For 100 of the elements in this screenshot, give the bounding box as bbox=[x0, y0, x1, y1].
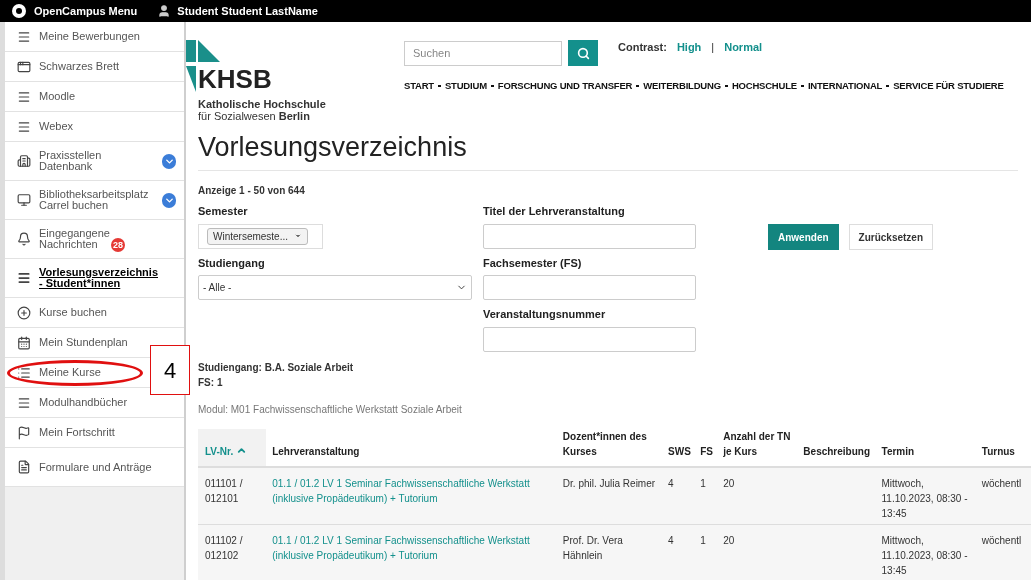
table-cell: Dr. phil. Julia Reimer bbox=[556, 466, 663, 525]
table-cell: wöchentl bbox=[975, 466, 1031, 525]
field-label: Veranstaltungsnummer bbox=[483, 307, 607, 322]
sidebar-item-label: Meine Bewerbungen bbox=[39, 31, 141, 42]
sidebar-item-label: Vorlesungsverzeichnis - Student*innen bbox=[39, 267, 159, 289]
sidebar-item[interactable]: Schwarzes Brett bbox=[5, 52, 184, 82]
search-icon bbox=[576, 46, 590, 60]
reset-button[interactable]: Zurücksetzen bbox=[848, 224, 934, 250]
sidebar-item-label: Moodle bbox=[39, 91, 77, 102]
sidebar-item-label: Modulhandbücher bbox=[39, 397, 129, 408]
table-cell: Prof. Dr. Vera Hähnlein bbox=[556, 524, 663, 580]
search-button[interactable] bbox=[568, 40, 598, 66]
table-cell: wöchentl bbox=[975, 524, 1031, 580]
bell-icon bbox=[17, 232, 31, 246]
column-header[interactable]: Lehrveranstaltung bbox=[266, 428, 557, 467]
list-icon bbox=[17, 365, 31, 380]
sidebar-item[interactable]: Modulhandbücher bbox=[5, 388, 184, 418]
table-cell: 011101 / 012101 bbox=[198, 466, 267, 525]
summary-text: FS: 1 bbox=[198, 375, 224, 390]
result-count: Anzeige 1 - 50 von 644 bbox=[198, 184, 306, 198]
menu-label[interactable]: OpenCampus Menu bbox=[34, 2, 138, 20]
table-cell: Mittwoch, 11.10.2023, 08:30 - 13:45 bbox=[875, 466, 976, 525]
column-header[interactable]: Beschreibung bbox=[797, 428, 876, 467]
title-field[interactable] bbox=[483, 223, 696, 249]
course-link[interactable]: 01.1 / 01.2 LV 1 Seminar Fachwissenschaftliche Werkstatt (inklusive Propädeutikum) + Tutorium bbox=[272, 533, 557, 563]
table-cell: Mittwoch, 11.10.2023, 08:30 - 13:45 bbox=[875, 524, 976, 580]
sidebar-item[interactable]: Eingegangene Nachrichten 28 bbox=[5, 220, 184, 259]
menu-icon bbox=[17, 119, 31, 134]
user-icon bbox=[157, 4, 172, 18]
plus-circle-icon bbox=[17, 305, 31, 320]
window-icon bbox=[17, 59, 31, 74]
table-cell: 011102 / 012102 bbox=[198, 524, 267, 580]
module-heading: Modul: M01 Fachwissenschaftliche Werkstatt Soziale Arbeit bbox=[198, 402, 463, 417]
nav-link[interactable]: SERVICE FÜR STUDIERE bbox=[893, 79, 1004, 94]
document-icon bbox=[17, 460, 31, 474]
logo-subtitle: Katholische Hochschule bbox=[198, 98, 327, 110]
column-header[interactable]: SWS bbox=[662, 428, 695, 467]
sidebar-item[interactable]: Meine Bewerbungen bbox=[5, 22, 184, 52]
studiengang-select[interactable]: - Alle - bbox=[198, 275, 472, 300]
field-label: Semester bbox=[198, 204, 249, 219]
table-cell: 20 bbox=[717, 466, 798, 525]
table-cell: 20 bbox=[717, 524, 798, 580]
column-header[interactable]: Termin bbox=[875, 428, 976, 467]
flag-icon bbox=[17, 425, 31, 440]
column-header[interactable]: Turnus bbox=[975, 428, 1031, 467]
search-field[interactable]: Suchen bbox=[404, 40, 562, 66]
nav-link[interactable]: INTERNATIONAL bbox=[807, 79, 883, 94]
course-link[interactable]: 01.1 / 01.2 LV 1 Seminar Fachwissenschaftliche Werkstatt (inklusive Propädeutikum) + Tutorium bbox=[272, 475, 557, 506]
sidebar-item[interactable]: Mein Fortschritt bbox=[5, 418, 184, 448]
sidebar-item[interactable]: Praxisstellen Datenbank bbox=[5, 142, 184, 181]
apply-button[interactable]: Anwenden bbox=[768, 224, 839, 250]
table-cell: 1 bbox=[694, 466, 718, 525]
nav-link[interactable]: START bbox=[404, 79, 434, 94]
column-header[interactable]: FS bbox=[694, 428, 718, 467]
sidebar-item-label: Meine Kurse bbox=[39, 367, 102, 378]
field-label: Studiengang bbox=[198, 255, 266, 271]
sidebar-item[interactable]: Moodle bbox=[5, 82, 184, 112]
semester-select[interactable]: Wintersemeste... bbox=[207, 227, 309, 245]
chevron-icon[interactable] bbox=[162, 192, 176, 208]
column-header[interactable]: Dozent*innen des Kurses bbox=[556, 428, 663, 467]
separator-text: | bbox=[711, 40, 715, 55]
nav-link[interactable]: HOCHSCHULE bbox=[731, 79, 797, 94]
sidebar-item-label: Mein Fortschritt bbox=[39, 427, 116, 438]
notification-badge: 28 bbox=[111, 238, 125, 252]
menu-icon bbox=[17, 395, 31, 410]
column-header[interactable]: Anzahl der TN je Kurs bbox=[717, 428, 798, 467]
sidebar-item-label: Schwarzes Brett bbox=[39, 61, 121, 72]
table-cell: 1 bbox=[694, 524, 718, 580]
table-cell: 4 bbox=[662, 524, 695, 580]
nav-link[interactable]: FORSCHUNG UND TRANSFER bbox=[497, 79, 633, 94]
sidebar-item[interactable]: Formulare und Anträge bbox=[5, 448, 184, 487]
course-number-field[interactable] bbox=[483, 326, 696, 352]
user-name[interactable]: Student Student LastName bbox=[177, 2, 318, 20]
nav-link[interactable]: STUDIUM bbox=[444, 79, 487, 94]
logo-icon bbox=[12, 4, 26, 18]
calendar-icon bbox=[17, 335, 31, 350]
menu-icon bbox=[17, 89, 31, 104]
annotation-label: 4 bbox=[150, 345, 190, 395]
logo-subtitle: für Sozialwesen Berlin bbox=[198, 110, 311, 122]
field-label: Fachsemester (FS) bbox=[483, 255, 583, 271]
sidebar-item[interactable]: Mein Stundenplan bbox=[5, 328, 184, 358]
chevron-icon[interactable] bbox=[162, 153, 176, 169]
semester-number-field[interactable] bbox=[483, 275, 696, 300]
sidebar-item[interactable]: Webex bbox=[5, 112, 184, 142]
sidebar-item[interactable]: Kurse buchen bbox=[5, 298, 184, 328]
sidebar-item[interactable]: Bibliotheksarbeitsplatz Carrel buchen bbox=[5, 181, 184, 220]
contrast-link[interactable]: High bbox=[676, 39, 702, 56]
caret-icon bbox=[294, 232, 303, 240]
nav-link[interactable]: WEITERBILDUNG bbox=[643, 79, 721, 94]
contrast-link[interactable]: Normal bbox=[724, 39, 763, 56]
summary-text: Studiengang: B.A. Soziale Arbeit bbox=[198, 360, 355, 375]
menu-icon bbox=[17, 29, 31, 44]
sidebar-item-label: Eingegangene Nachrichten bbox=[39, 228, 109, 250]
field-label: Titel der Lehrveranstaltung bbox=[483, 204, 626, 219]
menu-icon bbox=[17, 271, 31, 285]
page-title: Vorlesungsverzeichnis bbox=[198, 131, 468, 164]
sidebar-item-label: Praxisstellen Datenbank bbox=[39, 150, 103, 172]
sidebar-item[interactable]: Vorlesungsverzeichnis - Student*innen bbox=[5, 259, 184, 298]
sidebar-item-label: Bibliotheksarbeitsplatz Carrel buchen bbox=[39, 189, 150, 211]
sidebar-item-label: Webex bbox=[39, 121, 75, 132]
